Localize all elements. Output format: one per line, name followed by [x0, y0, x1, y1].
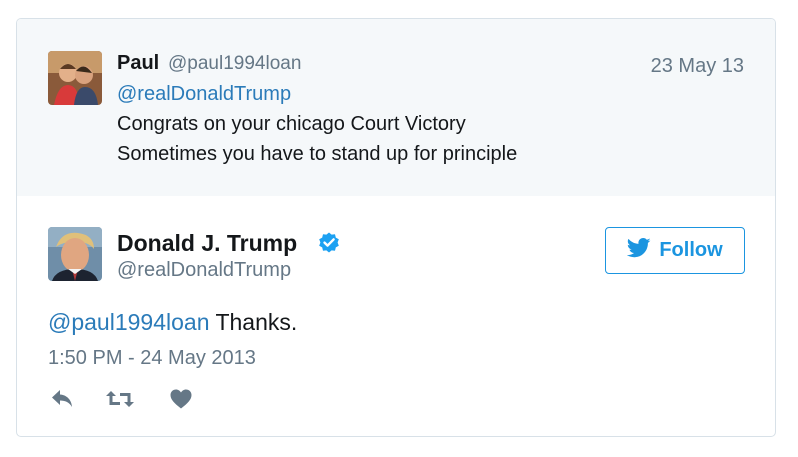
tweet-body: Thanks. [209, 309, 298, 335]
quoted-author-handle[interactable]: @paul1994loan [168, 53, 301, 75]
verified-icon [317, 231, 341, 255]
quoted-text-line-2: Sometimes you have to stand up for princ… [117, 143, 518, 165]
avatar[interactable] [48, 51, 102, 105]
avatar[interactable] [48, 227, 102, 281]
twitter-bird-icon [627, 237, 651, 264]
reply-button[interactable] [50, 389, 76, 413]
tweet-card: Paul @paul1994loan 23 May 13 @realDonald… [16, 18, 776, 437]
retweet-icon [105, 388, 135, 415]
like-button[interactable] [169, 389, 193, 413]
mention-link[interactable]: @paul1994loan [48, 309, 209, 335]
tweet-timestamp[interactable]: 1:50 PM - 24 May 2013 [48, 347, 256, 370]
tweet-text: @paul1994loan Thanks. [48, 309, 297, 336]
follow-button[interactable]: Follow [605, 227, 745, 274]
quoted-text-line-1: Congrats on your chicago Court Victory [117, 113, 466, 135]
author-name[interactable]: Donald J. Trump [117, 230, 297, 257]
follow-label: Follow [659, 239, 723, 261]
reply-icon [50, 388, 76, 415]
retweet-button[interactable] [105, 389, 135, 413]
quoted-date[interactable]: 23 May 13 [651, 55, 744, 78]
quoted-tweet[interactable]: Paul @paul1994loan 23 May 13 @realDonald… [17, 19, 775, 196]
like-icon [169, 388, 193, 415]
quoted-mention-link[interactable]: @realDonaldTrump [117, 83, 291, 106]
author-handle[interactable]: @realDonaldTrump [117, 259, 291, 282]
quoted-author-name[interactable]: Paul [117, 52, 159, 75]
